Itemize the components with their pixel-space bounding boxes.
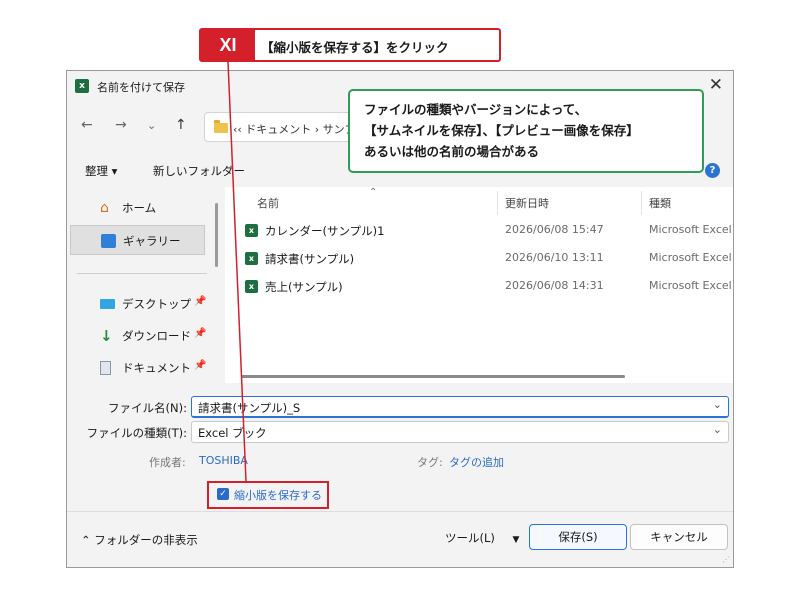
nav-item-label: デスクトップ xyxy=(122,297,191,311)
author-label: 作成者: xyxy=(149,456,186,469)
up-arrow-icon[interactable]: ↑ xyxy=(175,117,187,133)
file-name: カレンダー(サンプル)1 xyxy=(265,224,385,238)
file-row[interactable]: x 請求書(サンプル) 2026/06/10 13:11 Microsoft E… xyxy=(225,247,733,271)
excel-file-icon: x xyxy=(245,280,258,293)
filename-input[interactable]: 請求書(サンプル)_S ⌄ xyxy=(191,396,729,418)
new-folder-button[interactable]: 新しいフォルダー xyxy=(153,163,245,179)
chevron-up-icon: ⌃ xyxy=(81,533,91,547)
note-callout: ファイルの種類やバージョンによって、 【サムネイルを保存】、【プレビュー画像を保… xyxy=(348,89,704,173)
tools-dropdown[interactable]: ツール(L) ▼ xyxy=(445,530,519,546)
file-type: Microsoft Excel xyxy=(649,251,732,264)
download-icon: ↓ xyxy=(100,327,113,345)
file-type: Microsoft Excel xyxy=(649,279,732,292)
nav-item-label: ダウンロード xyxy=(122,329,191,343)
hide-folders-label: フォルダーの非表示 xyxy=(94,533,198,547)
tools-label: ツール(L) xyxy=(445,531,495,545)
nav-item-label: ギャラリー xyxy=(123,234,181,248)
column-header-type[interactable]: 種類 xyxy=(649,195,671,211)
file-date: 2026/06/08 14:31 xyxy=(505,279,604,292)
navigation-pane: ⌂ ホーム ギャラリー デスクトップ 📌 ↓ ダウンロード 📌 ドキュメント 📌 xyxy=(67,187,221,383)
folder-icon xyxy=(214,120,228,133)
nav-item-label: ホーム xyxy=(122,201,157,215)
nav-item-downloads[interactable]: ↓ ダウンロード 📌 xyxy=(70,321,207,351)
cancel-button[interactable]: キャンセル xyxy=(630,524,728,550)
resize-grip-icon[interactable]: ⋰ xyxy=(722,555,730,564)
nav-item-label: ドキュメント xyxy=(122,361,191,375)
file-name: 請求書(サンプル) xyxy=(265,252,355,266)
home-icon: ⌂ xyxy=(100,200,109,216)
close-icon[interactable]: ✕ xyxy=(709,75,723,95)
nav-item-documents[interactable]: ドキュメント 📌 xyxy=(70,353,207,383)
filename-label: ファイル名(N): xyxy=(108,401,187,415)
file-list: ⌃ 名前 更新日時 種類 x カレンダー(サンプル)1 2026/06/08 1… xyxy=(225,187,733,383)
chevron-down-icon[interactable]: ⌄ xyxy=(713,423,722,436)
file-type: Microsoft Excel xyxy=(649,223,732,236)
desktop-icon xyxy=(100,299,115,309)
column-header-name[interactable]: 名前 xyxy=(257,195,279,211)
excel-file-icon: x xyxy=(245,224,258,237)
file-name: 売上(サンプル) xyxy=(265,280,343,294)
step-number-badge: XI xyxy=(201,30,255,60)
step-callout: XI 【縮小版を保存する】をクリック xyxy=(199,28,501,62)
nav-scrollbar[interactable] xyxy=(215,203,218,267)
excel-app-icon: x xyxy=(75,79,89,93)
highlight-box xyxy=(207,481,329,509)
note-line: ファイルの種類やバージョンによって、 xyxy=(364,102,588,117)
filetype-value: Excel ブック xyxy=(198,426,267,440)
sort-ascending-icon: ⌃ xyxy=(369,187,378,198)
file-row[interactable]: x カレンダー(サンプル)1 2026/06/08 15:47 Microsof… xyxy=(225,219,733,243)
dropdown-arrow-icon: ▼ xyxy=(512,535,520,545)
excel-file-icon: x xyxy=(245,252,258,265)
nav-item-gallery[interactable]: ギャラリー xyxy=(70,225,205,255)
column-header-date[interactable]: 更新日時 xyxy=(505,195,549,211)
dialog-title: 名前を付けて保存 xyxy=(97,81,185,94)
chevron-down-icon[interactable]: ⌄ xyxy=(713,398,722,411)
file-date: 2026/06/08 15:47 xyxy=(505,223,604,236)
hide-folders-button[interactable]: ⌃ フォルダーの非表示 xyxy=(81,532,198,548)
filetype-label: ファイルの種類(T): xyxy=(86,426,187,440)
save-button[interactable]: 保存(S) xyxy=(529,524,627,550)
tags-value[interactable]: タグの追加 xyxy=(449,454,504,470)
filetype-select[interactable]: Excel ブック ⌄ xyxy=(191,421,729,443)
file-date: 2026/06/10 13:11 xyxy=(505,251,604,264)
back-arrow-icon[interactable]: ← xyxy=(81,117,93,133)
step-instruction: 【縮小版を保存する】をクリック xyxy=(261,40,449,55)
note-line: 【サムネイルを保存】、【プレビュー画像を保存】 xyxy=(364,123,639,138)
nav-item-home[interactable]: ⌂ ホーム xyxy=(70,193,205,223)
address-path: ‹‹ ドキュメント › サンプ xyxy=(233,123,356,136)
pin-icon: 📌 xyxy=(194,360,207,371)
nav-divider xyxy=(77,273,207,274)
filename-value: 請求書(サンプル)_S xyxy=(198,401,301,415)
help-icon[interactable]: ? xyxy=(705,163,720,178)
organize-button[interactable]: 整理 ▾ xyxy=(85,163,117,179)
note-line: あるいは他の名前の場合がある xyxy=(364,144,540,159)
forward-arrow-icon[interactable]: → xyxy=(115,117,127,133)
horizontal-scrollbar[interactable] xyxy=(241,375,625,378)
nav-item-desktop[interactable]: デスクトップ 📌 xyxy=(70,289,207,319)
author-value[interactable]: TOSHIBA xyxy=(199,454,248,467)
column-separator[interactable] xyxy=(641,191,642,215)
footer-divider xyxy=(67,511,733,512)
gallery-icon xyxy=(101,234,116,248)
pin-icon: 📌 xyxy=(194,296,207,307)
tags-label: タグ: xyxy=(417,456,443,469)
document-icon xyxy=(100,361,111,375)
file-row[interactable]: x 売上(サンプル) 2026/06/08 14:31 Microsoft Ex… xyxy=(225,275,733,299)
column-separator[interactable] xyxy=(497,191,498,215)
recent-locations-chevron-icon[interactable]: ⌄ xyxy=(147,119,156,132)
pin-icon: 📌 xyxy=(194,328,207,339)
